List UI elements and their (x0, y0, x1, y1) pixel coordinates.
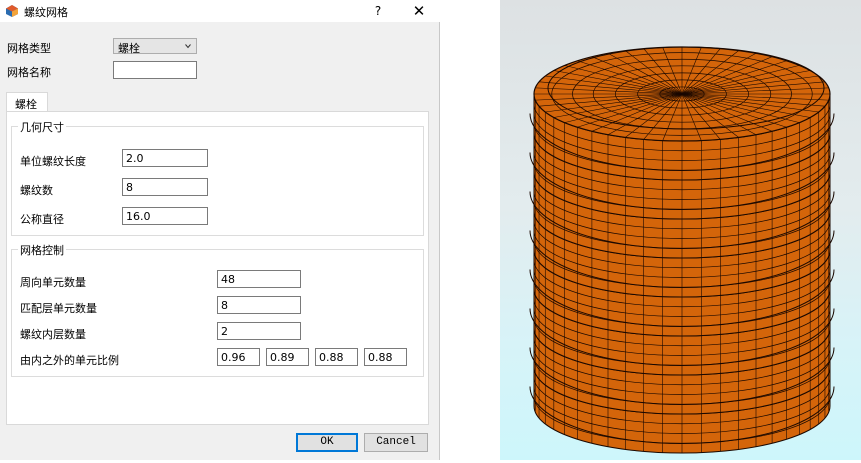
thread-unit-length-label: 单位螺纹长度 (20, 155, 86, 168)
mesh-control-group: 网格控制 周向单元数量 匹配层单元数量 螺纹内层数量 由内之外的单元比例 (11, 242, 424, 377)
circumferential-elements-label: 周向单元数量 (20, 276, 86, 289)
tab-bolt[interactable]: 螺栓 (6, 92, 48, 112)
mesh-control-group-title: 网格控制 (18, 242, 66, 258)
thread-count-label: 螺纹数 (20, 184, 53, 197)
cancel-button[interactable]: Cancel (364, 433, 428, 452)
3d-viewport[interactable] (500, 0, 861, 460)
matching-layer-elements-input[interactable] (217, 296, 301, 314)
bolt-top-face (533, 46, 831, 142)
app-icon (6, 5, 18, 17)
nominal-diameter-input[interactable] (122, 207, 208, 225)
matching-layer-elements-label: 匹配层单元数量 (20, 302, 97, 315)
tab-bolt-label: 螺栓 (15, 98, 37, 111)
title-bar: 螺纹网格 ? ✕ (0, 0, 440, 22)
thread-mesh-dialog: 螺纹网格 ? ✕ 网格类型 螺栓 网格名称 螺栓 几何尺寸 单位螺纹长度 螺纹数… (0, 0, 440, 460)
dialog-title: 螺纹网格 (24, 6, 68, 19)
thread-count-input[interactable] (122, 178, 208, 196)
mesh-name-label: 网格名称 (7, 66, 51, 79)
tab-panel-bolt: 几何尺寸 单位螺纹长度 螺纹数 公称直径 网格控制 周向单元数量 匹配层单元数量… (6, 111, 429, 425)
element-ratio-input-3[interactable] (315, 348, 358, 366)
chevron-down-icon (185, 44, 191, 49)
element-ratio-input-1[interactable] (217, 348, 260, 366)
circumferential-elements-input[interactable] (217, 270, 301, 288)
geometry-group: 几何尺寸 单位螺纹长度 螺纹数 公称直径 (11, 119, 424, 236)
element-ratio-label: 由内之外的单元比例 (20, 354, 119, 367)
thread-unit-length-input[interactable] (122, 149, 208, 167)
geometry-group-title: 几何尺寸 (18, 119, 66, 135)
mesh-type-select[interactable]: 螺栓 (113, 38, 197, 55)
close-button[interactable]: ✕ (408, 1, 430, 21)
mesh-type-label: 网格类型 (7, 42, 51, 55)
element-ratio-input-2[interactable] (266, 348, 309, 366)
mesh-name-input[interactable] (113, 61, 197, 79)
thread-inner-layers-input[interactable] (217, 322, 301, 340)
element-ratio-input-4[interactable] (364, 348, 407, 366)
thread-inner-layers-label: 螺纹内层数量 (20, 328, 86, 341)
ok-button[interactable]: OK (296, 433, 358, 452)
nominal-diameter-label: 公称直径 (20, 213, 64, 226)
help-button[interactable]: ? (370, 2, 386, 20)
bolt-mesh-render (529, 46, 835, 454)
mesh-type-value: 螺栓 (118, 42, 140, 55)
